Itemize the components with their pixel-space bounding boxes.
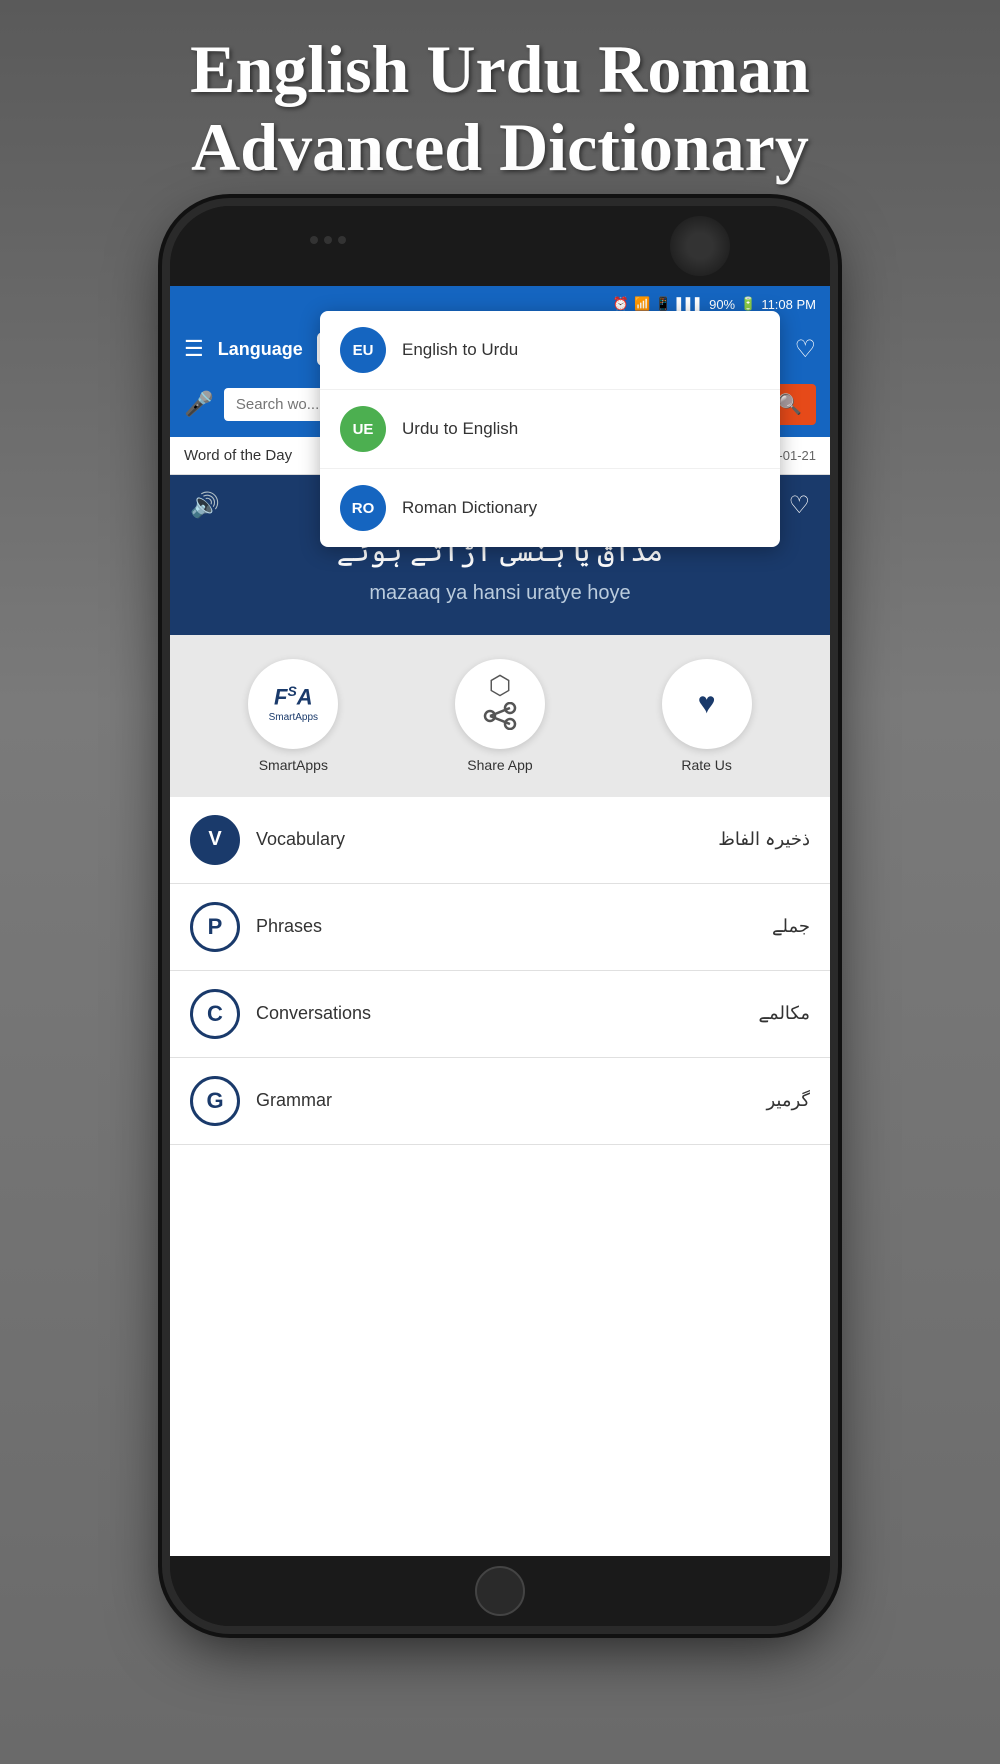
phrases-label: Phrases [256, 916, 772, 937]
clock: 11:08 PM [761, 297, 816, 312]
smart-apps-circle: FSA SmartApps [248, 659, 338, 749]
phone-speaker [310, 236, 346, 244]
action-buttons-row: FSA SmartApps SmartApps ⬡ [170, 635, 830, 797]
phrases-urdu: جملے [772, 916, 810, 937]
microphone-icon[interactable]: 🎤 [184, 390, 214, 419]
phone-camera [670, 216, 730, 276]
dropdown-menu[interactable]: EU English to Urdu UE Urdu to English RO… [320, 311, 780, 547]
rate-us-label: Rate Us [681, 757, 732, 773]
phrases-badge: P [190, 902, 240, 952]
home-button[interactable] [475, 1566, 525, 1616]
grammar-badge: G [190, 1076, 240, 1126]
smart-apps-button[interactable]: FSA SmartApps SmartApps [248, 659, 338, 773]
badge-ro: RO [340, 485, 386, 531]
wotd-label: Word of the Day [184, 447, 292, 464]
fsa-sub-text: SmartApps [269, 712, 318, 723]
phone-bottom-bezel [170, 1556, 830, 1626]
vocabulary-label: Vocabulary [256, 829, 718, 850]
conversations-badge: C [190, 989, 240, 1039]
battery-icon: 🔋 [740, 296, 756, 312]
wifi-icon: 📶 [634, 296, 650, 312]
rate-us-button[interactable]: ♥ Rate Us [662, 659, 752, 773]
app-title: English Urdu Roman Advanced Dictionary [0, 0, 1000, 206]
menu-item-conversations[interactable]: C Conversations مکالمے [170, 971, 830, 1058]
alarm-icon: ⏰ [613, 296, 629, 312]
battery-pct: 90% [709, 297, 735, 312]
dropdown-item-ue[interactable]: UE Urdu to English [320, 390, 780, 469]
sim-icon: 📱 [655, 296, 671, 312]
dropdown-item-ro[interactable]: RO Roman Dictionary [320, 469, 780, 547]
conversations-urdu: مکالمے [758, 1003, 810, 1024]
heart-rate-icon: ♥ [698, 687, 716, 721]
status-icons: ⏰ 📶 📱 ▌▌▌ 90% 🔋 11:08 PM [613, 296, 816, 312]
title-line1: English Urdu Roman [190, 31, 810, 107]
vocabulary-badge: V [190, 815, 240, 865]
smart-apps-label: SmartApps [259, 757, 328, 773]
menu-item-vocabulary[interactable]: V Vocabulary ذخیرہ الفاظ [170, 797, 830, 884]
phone-screen: ⏰ 📶 📱 ▌▌▌ 90% 🔋 11:08 PM ☰ Language Engl… [170, 286, 830, 1556]
phone-mockup: ⏰ 📶 📱 ▌▌▌ 90% 🔋 11:08 PM ☰ Language Engl… [170, 206, 830, 1626]
dropdown-label-eu: English to Urdu [402, 340, 518, 360]
menu-item-grammar[interactable]: G Grammar گرمیر [170, 1058, 830, 1145]
share-icon: ⬡ [489, 672, 512, 698]
hamburger-icon[interactable]: ☰ [184, 336, 204, 362]
favorite-icon-header[interactable]: ♡ [794, 335, 816, 364]
share-circle-text [482, 702, 518, 734]
heart-icon-card[interactable]: ♡ [788, 491, 810, 520]
rate-us-circle: ♥ [662, 659, 752, 749]
share-app-label: Share App [467, 757, 532, 773]
badge-ue: UE [340, 406, 386, 452]
grammar-label: Grammar [256, 1090, 766, 1111]
menu-item-phrases[interactable]: P Phrases جملے [170, 884, 830, 971]
title-line2: Advanced Dictionary [191, 109, 809, 185]
language-label: Language [218, 339, 303, 360]
dropdown-item-eu[interactable]: EU English to Urdu [320, 311, 780, 390]
menu-list: V Vocabulary ذخیرہ الفاظ P Phrases جملے … [170, 797, 830, 1557]
word-roman-text: mazaaq ya hansi uratye hoye [190, 582, 810, 605]
speaker-icon[interactable]: 🔊 [190, 491, 220, 520]
share-app-circle: ⬡ [455, 659, 545, 749]
fsa-icon-text: FSA [274, 684, 313, 708]
dropdown-label-ue: Urdu to English [402, 419, 518, 439]
grammar-urdu: گرمیر [766, 1090, 810, 1111]
share-app-button[interactable]: ⬡ Share App [455, 659, 545, 773]
phone-top-bezel [170, 206, 830, 286]
badge-eu: EU [340, 327, 386, 373]
dropdown-label-ro: Roman Dictionary [402, 498, 537, 518]
conversations-label: Conversations [256, 1003, 758, 1024]
signal-bars: ▌▌▌ [676, 297, 704, 312]
vocabulary-urdu: ذخیرہ الفاظ [718, 829, 810, 850]
